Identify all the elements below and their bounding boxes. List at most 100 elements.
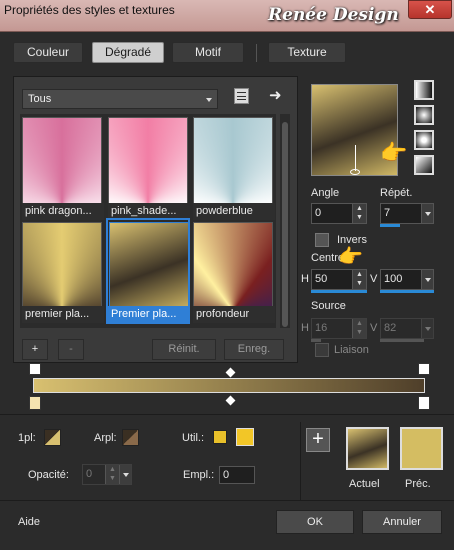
background-stop-swatch[interactable]: [122, 429, 139, 446]
user-color-swatch-2[interactable]: [236, 428, 254, 446]
category-select[interactable]: Tous: [22, 89, 218, 109]
watermark-logo: Renée Design: [268, 5, 399, 25]
gradient-label: premier pla...: [22, 306, 104, 323]
source-h-slider-fill: [311, 339, 321, 342]
angle-label: Angle: [311, 187, 340, 199]
center-handle[interactable]: [350, 169, 360, 175]
cancel-button[interactable]: Annuler: [362, 510, 442, 534]
center-v-dropdown[interactable]: [421, 270, 433, 289]
scrollbar-thumb[interactable]: [282, 122, 288, 327]
rectangular-style-button[interactable]: [414, 105, 434, 125]
center-h-spinner[interactable]: ▲ ▼: [352, 270, 366, 289]
gradient-thumb-profondeur[interactable]: [193, 222, 273, 312]
location-value: 0: [223, 469, 230, 481]
gradient-thumb-premier-plan[interactable]: [22, 222, 102, 312]
vertical-separator: [300, 422, 301, 500]
sunburst-style-button[interactable]: [414, 130, 434, 150]
bottom-stop-left[interactable]: [29, 396, 41, 410]
link-checkbox[interactable]: [315, 343, 329, 357]
source-v-label: V: [370, 322, 378, 334]
current-label: Actuel: [349, 478, 380, 490]
center-handle-line: [355, 145, 356, 171]
source-h-label: H: [301, 322, 309, 334]
pointing-hand-icon: 👉: [380, 140, 408, 165]
gradient-thumb-powderblue[interactable]: [193, 117, 273, 207]
pointing-hand-icon: 👉: [338, 246, 363, 268]
repeat-value: 7: [384, 207, 391, 219]
tab-motif[interactable]: Motif: [172, 42, 244, 63]
opacity-input[interactable]: 0 ▲ ▼: [82, 464, 132, 485]
opacity-label: Opacité:: [28, 469, 69, 481]
top-midpoint-handle[interactable]: [225, 367, 236, 378]
center-h-label: H: [301, 273, 309, 285]
bottom-midpoint-handle[interactable]: [225, 395, 236, 406]
center-v-slider-fill: [380, 290, 434, 293]
center-v-input[interactable]: 100: [380, 269, 434, 290]
chevron-down-icon: [206, 98, 212, 102]
category-value: Tous: [28, 93, 52, 105]
add-gradient-button[interactable]: +: [22, 339, 48, 360]
source-h-spinner[interactable]: ▲ ▼: [352, 319, 366, 338]
radial-style-button[interactable]: [414, 155, 434, 175]
angle-value: 0: [315, 207, 322, 219]
reset-button[interactable]: Réinit.: [152, 339, 216, 360]
remove-gradient-button[interactable]: -: [58, 339, 84, 360]
previous-label: Préc.: [405, 478, 431, 490]
ok-button[interactable]: OK: [276, 510, 354, 534]
gradient-label: powderblue: [193, 203, 275, 220]
previous-material-preview[interactable]: [400, 427, 443, 470]
repeat-input[interactable]: 7: [380, 203, 434, 224]
top-stop-left[interactable]: [29, 363, 41, 375]
center-v-value: 100: [384, 273, 403, 285]
tab-divider: [256, 44, 257, 62]
gradient-bar[interactable]: [33, 378, 425, 393]
add-to-swatches-button[interactable]: +: [306, 428, 330, 452]
top-stop-right[interactable]: [418, 363, 430, 375]
source-h-input[interactable]: 16 ▲ ▼: [311, 318, 367, 339]
gradient-thumb-premier-plan-selected[interactable]: [109, 222, 189, 312]
close-button[interactable]: ✕: [408, 0, 452, 19]
source-h-value: 16: [315, 322, 328, 334]
repeat-dropdown[interactable]: [421, 204, 433, 223]
separator: [0, 414, 454, 415]
window-title: Propriétés des styles et textures: [4, 3, 175, 17]
foreground-stop-label: 1pl:: [18, 432, 36, 444]
linear-style-button[interactable]: [414, 80, 434, 100]
gradient-thumb-pink-shade[interactable]: [108, 117, 188, 207]
invert-checkbox[interactable]: [315, 233, 329, 247]
location-label: Empl.:: [183, 469, 215, 481]
gradient-label: pink dragon...: [22, 203, 104, 220]
user-color-swatch-1[interactable]: [213, 430, 227, 444]
gradient-label: profondeur: [193, 306, 275, 323]
current-material-preview[interactable]: [346, 427, 389, 470]
repeat-label: Répét.: [380, 187, 413, 199]
location-input[interactable]: 0: [219, 466, 255, 484]
gradient-label: Premier pla...: [108, 306, 190, 323]
opacity-dropdown[interactable]: [119, 465, 131, 484]
source-v-dropdown[interactable]: [421, 319, 433, 338]
gradient-thumb-pink-dragon[interactable]: [22, 117, 102, 207]
link-label[interactable]: Liaison: [334, 344, 369, 356]
bottom-stop-right[interactable]: [418, 396, 430, 410]
center-h-value: 50: [315, 273, 328, 285]
list-view-icon[interactable]: [234, 88, 249, 104]
source-v-slider-fill: [380, 339, 424, 342]
center-h-input[interactable]: 50 ▲ ▼: [311, 269, 367, 290]
center-h-slider-fill: [311, 290, 367, 293]
angle-input[interactable]: 0 ▲ ▼: [311, 203, 367, 224]
help-link[interactable]: Aide: [18, 516, 40, 528]
source-v-value: 82: [384, 322, 397, 334]
angle-spinner[interactable]: ▲ ▼: [352, 204, 366, 223]
source-label: Source: [311, 300, 346, 312]
tab-texture[interactable]: Texture: [268, 42, 346, 63]
tab-degrade[interactable]: Dégradé: [92, 42, 164, 63]
scrollbar[interactable]: [280, 114, 290, 328]
arrow-right-icon[interactable]: ➜: [269, 86, 282, 104]
opacity-value: 0: [86, 468, 93, 480]
foreground-stop-swatch[interactable]: [44, 429, 61, 446]
background-stop-label: Arpl:: [94, 432, 117, 444]
save-button[interactable]: Enreg.: [224, 339, 284, 360]
tab-couleur[interactable]: Couleur: [13, 42, 83, 63]
opacity-spinner[interactable]: ▲ ▼: [105, 465, 119, 484]
source-v-input[interactable]: 82: [380, 318, 434, 339]
